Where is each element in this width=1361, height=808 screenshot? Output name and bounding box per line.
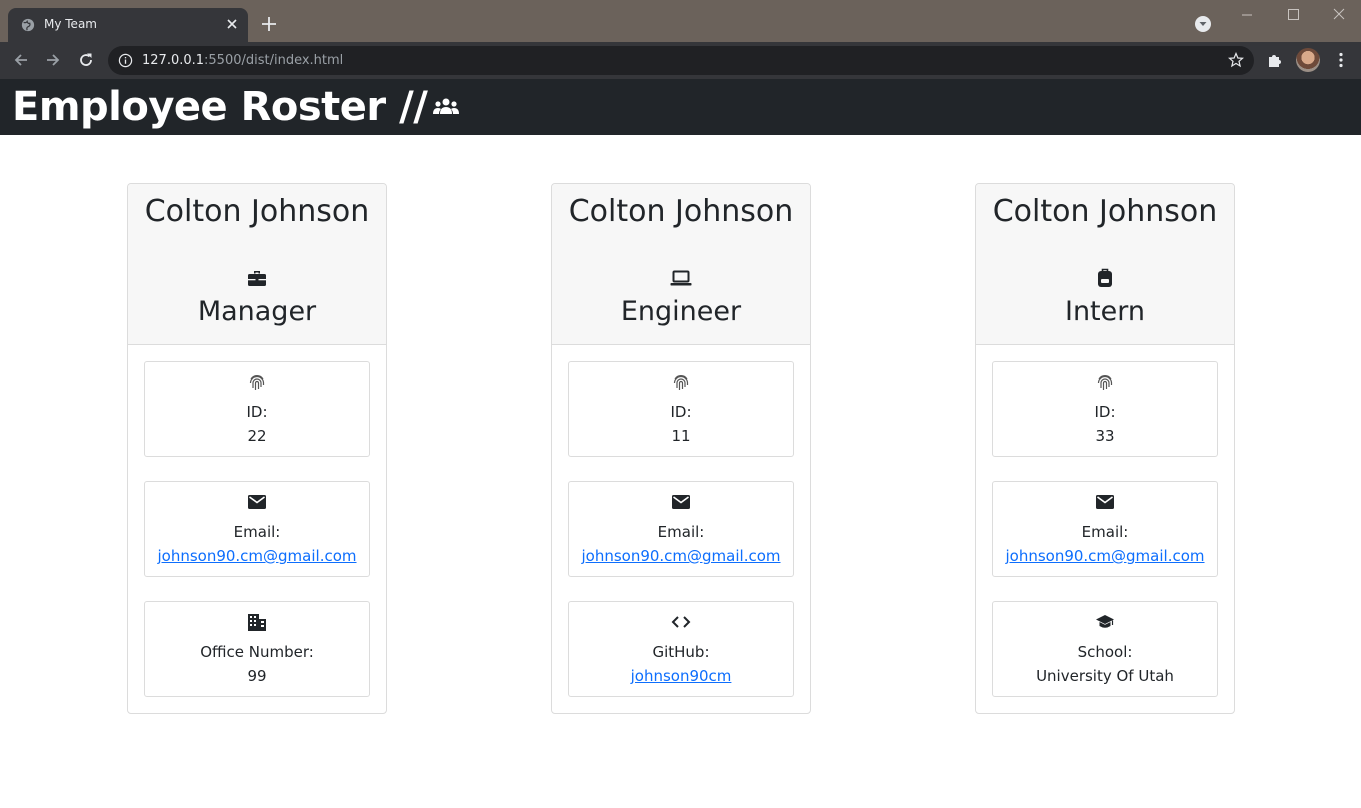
envelope-icon [1096, 495, 1114, 509]
graduation-cap-icon [1096, 615, 1114, 628]
school-label: School: [1077, 643, 1133, 661]
employee-card-intern: Colton Johnson Intern ID: 33 Email: john… [975, 183, 1235, 714]
users-icon [433, 98, 460, 114]
extensions-puzzle-icon[interactable] [1266, 51, 1284, 69]
tab-search-icon[interactable] [1195, 16, 1211, 32]
page-title: Employee Roster // [12, 83, 460, 131]
menu-kebab-icon[interactable] [1332, 51, 1350, 69]
browser-toolbar: 127.0.0.1:5500/dist/index.html [0, 42, 1361, 79]
employee-role: Engineer [620, 296, 742, 327]
forward-arrow-icon[interactable] [44, 51, 62, 69]
card-header: Colton Johnson Intern [976, 184, 1234, 345]
employee-card-engineer: Colton Johnson Engineer ID: 11 Email: jo… [551, 183, 811, 714]
id-box: ID: 22 [144, 361, 370, 457]
minimize-icon[interactable] [1237, 7, 1257, 23]
url-host: 127.0.0.1 [142, 53, 205, 68]
new-tab-icon[interactable] [260, 15, 278, 33]
email-box: Email: johnson90.cm@gmail.com [992, 481, 1218, 577]
address-bar[interactable]: 127.0.0.1:5500/dist/index.html [108, 46, 1254, 75]
briefcase-icon [248, 271, 266, 286]
url-text: 127.0.0.1:5500/dist/index.html [142, 53, 343, 68]
profile-avatar[interactable] [1296, 48, 1320, 72]
email-label: Email: [1081, 523, 1129, 541]
office-label: Office Number: [200, 643, 314, 661]
back-arrow-icon[interactable] [12, 51, 30, 69]
browser-titlebar: My Team [0, 0, 1361, 42]
card-header: Colton Johnson Engineer [552, 184, 810, 345]
bookmark-star-icon[interactable] [1228, 52, 1244, 68]
email-box: Email: johnson90.cm@gmail.com [568, 481, 794, 577]
email-link[interactable]: johnson90.cm@gmail.com [569, 547, 793, 565]
email-link[interactable]: johnson90.cm@gmail.com [145, 547, 369, 565]
maximize-icon[interactable] [1283, 7, 1303, 23]
employee-name: Colton Johnson [992, 194, 1218, 229]
card-header: Colton Johnson Manager [128, 184, 386, 345]
id-box: ID: 11 [568, 361, 794, 457]
site-info-icon[interactable] [118, 53, 133, 68]
school-box: School: University Of Utah [992, 601, 1218, 697]
github-box: GitHub: johnson90cm [568, 601, 794, 697]
id-value: 11 [671, 427, 691, 445]
code-icon [671, 616, 691, 628]
office-box: Office Number: 99 [144, 601, 370, 697]
email-label: Email: [233, 523, 281, 541]
school-value: University Of Utah [1036, 667, 1174, 685]
email-label: Email: [657, 523, 705, 541]
page-title-text: Employee Roster // [12, 84, 428, 130]
id-value: 33 [1095, 427, 1115, 445]
id-label: ID: [1094, 403, 1116, 421]
tab-title: My Team [44, 17, 97, 31]
id-label: ID: [246, 403, 268, 421]
reload-icon[interactable] [77, 51, 95, 69]
office-value: 99 [247, 667, 267, 685]
fingerprint-icon [1097, 375, 1113, 390]
employee-role: Manager [197, 296, 317, 327]
id-value: 22 [247, 427, 267, 445]
employee-card-manager: Colton Johnson Manager ID: 22 Email: joh… [127, 183, 387, 714]
id-box: ID: 33 [992, 361, 1218, 457]
id-label: ID: [670, 403, 692, 421]
browser-tab[interactable]: My Team [8, 8, 248, 42]
envelope-icon [672, 495, 690, 509]
close-window-icon[interactable] [1329, 7, 1349, 23]
fingerprint-icon [673, 375, 689, 390]
fingerprint-icon [249, 375, 265, 390]
github-link[interactable]: johnson90cm [569, 667, 793, 685]
employee-name: Colton Johnson [144, 194, 370, 229]
laptop-icon [670, 270, 692, 286]
close-tab-icon[interactable] [225, 17, 239, 31]
globe-icon [21, 18, 35, 32]
building-icon [248, 614, 266, 631]
envelope-icon [248, 495, 266, 509]
backpack-icon [1098, 268, 1112, 287]
email-link[interactable]: johnson90.cm@gmail.com [993, 547, 1217, 565]
email-box: Email: johnson90.cm@gmail.com [144, 481, 370, 577]
employee-name: Colton Johnson [568, 194, 794, 229]
url-path: :5500/dist/index.html [204, 53, 344, 68]
employee-role: Intern [1064, 296, 1145, 327]
github-label: GitHub: [652, 643, 710, 661]
page-header: Employee Roster // [0, 79, 1361, 135]
